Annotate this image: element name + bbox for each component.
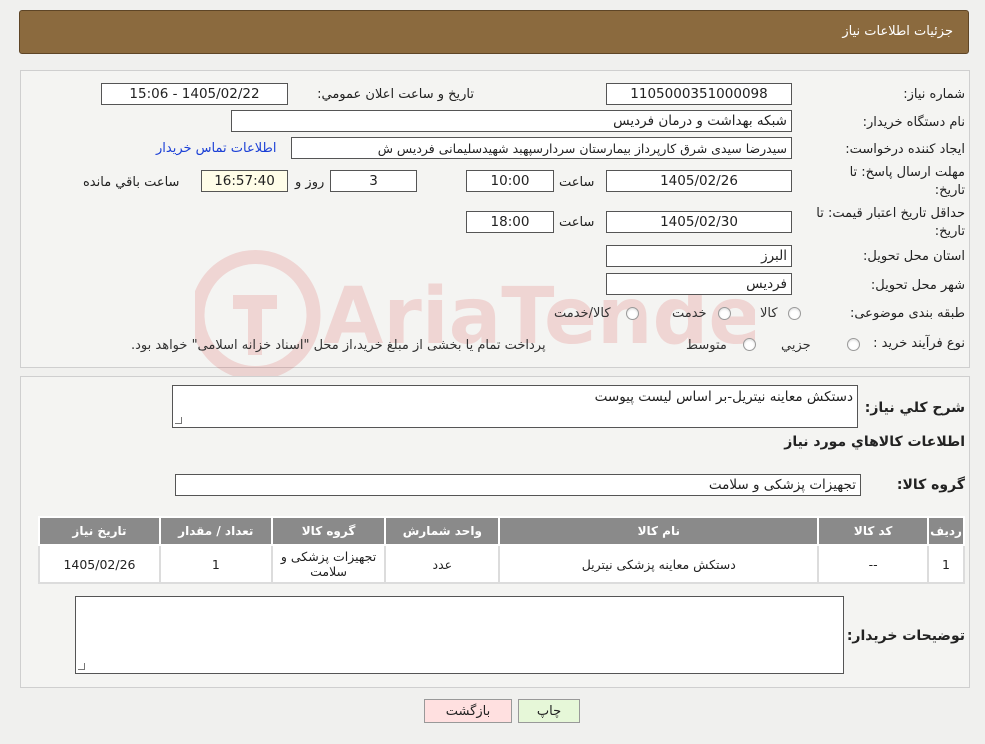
process-option-minor: جزيي	[781, 338, 811, 353]
process-radio-minor[interactable]	[847, 338, 860, 351]
deadline-label-date: تاريخ:	[934, 183, 965, 198]
goods-group-label: گروه كالا:	[896, 477, 965, 493]
column-header-code: کد کالا	[817, 516, 930, 546]
city-label: شهر محل تحويل:	[870, 278, 965, 293]
need-number-label: شماره نیاز:	[903, 87, 965, 102]
category-radio-goods[interactable]	[788, 307, 801, 320]
cell-name: دستکش معاینه پزشکی نیتریل	[498, 544, 820, 584]
buyer-contact-link[interactable]: اطلاعات تماس خريدار	[156, 141, 276, 156]
process-radio-medium[interactable]	[743, 338, 756, 351]
remaining-label: ساعت باقي مانده	[83, 175, 180, 190]
description-text: دستکش معاینه نیتریل-بر اساس لیست پیوست	[594, 389, 853, 405]
cell-row-number: 1	[927, 544, 965, 584]
page-header: جزئیات اطلاعات نیاز	[19, 10, 969, 54]
column-header-need-date: تاريخ نياز	[38, 516, 161, 546]
remaining-time-field: 16:57:40	[201, 170, 288, 192]
category-radio-goods-service[interactable]	[626, 307, 639, 320]
cell-quantity: 1	[158, 544, 273, 584]
description-label: شرح كلي نياز:	[864, 400, 965, 416]
deadline-date-field: 1405/02/26	[606, 170, 792, 192]
city-field: فرديس	[606, 273, 792, 295]
validity-date-field: 1405/02/30	[606, 211, 792, 233]
buyer-org-field: شبکه بهداشت و درمان فردیس	[231, 110, 792, 132]
column-header-row-number: رديف	[927, 516, 965, 546]
process-option-medium: متوسط	[686, 338, 727, 353]
category-option-goods: کالا	[760, 306, 778, 321]
table-row: 1 -- دستکش معاینه پزشکی نیتریل عدد تجهیز…	[38, 544, 965, 584]
days-field: 3	[330, 170, 417, 192]
print-button[interactable]: چاپ	[518, 699, 580, 723]
buyer-org-label: نام دستگاه خريدار:	[862, 115, 965, 130]
items-table-header-row: رديف کد کالا نام کالا واحد شمارش گروه کا…	[38, 516, 965, 546]
resize-handle-icon[interactable]	[175, 417, 182, 424]
cell-unit: عدد	[384, 544, 501, 584]
process-label: نوع فرآيند خريد :	[873, 336, 965, 351]
page-title: جزئیات اطلاعات نیاز	[842, 24, 953, 39]
goods-section-title: اطلاعات كالاهاي مورد نياز	[784, 434, 965, 450]
items-table: رديف کد کالا نام کالا واحد شمارش گروه کا…	[38, 516, 965, 584]
need-number-field: 1105000351000098	[606, 83, 792, 105]
deadline-time-label: ساعت	[559, 175, 595, 190]
deadline-time-field: 10:00	[466, 170, 554, 192]
days-label: روز و	[295, 175, 325, 190]
resize-handle-icon[interactable]	[78, 663, 85, 670]
creator-field: سیدرضا سیدی شرق کارپرداز بیمارستان سردار…	[291, 137, 792, 159]
cell-need-date: 1405/02/26	[38, 544, 161, 584]
category-label: طبقه بندی موضوعی:	[849, 306, 965, 321]
announce-field: 1405/02/22 - 15:06	[101, 83, 288, 105]
column-header-name: نام کالا	[498, 516, 820, 546]
validity-time-field: 18:00	[466, 211, 554, 233]
process-note: پرداخت تمام يا بخشی از مبلغ خريد،از محل …	[131, 338, 546, 353]
deadline-label: مهلت ارسال پاسخ: تا	[849, 165, 965, 180]
buyer-notes-label: توضيحات خريدار:	[846, 628, 965, 644]
province-field: البرز	[606, 245, 792, 267]
cell-group: تجهیزات پزشکی و سلامت	[270, 544, 387, 584]
category-option-goods-service: کالا/خدمت	[554, 306, 611, 321]
announce-label: تاریخ و ساعت اعلان عمومي:	[317, 87, 474, 102]
buyer-notes-textarea[interactable]	[75, 596, 844, 674]
validity-label: حداقل تاريخ اعتبار قيمت: تا	[816, 206, 965, 221]
category-option-service: خدمت	[672, 306, 707, 321]
validity-label-date: تاريخ:	[934, 224, 965, 239]
goods-group-field: تجهیزات پزشکی و سلامت	[175, 474, 861, 496]
province-label: استان محل تحويل:	[863, 249, 965, 264]
description-textarea[interactable]: دستکش معاینه نیتریل-بر اساس لیست پیوست	[172, 385, 858, 428]
column-header-group: گروه کالا	[270, 516, 387, 546]
column-header-unit: واحد شمارش	[384, 516, 501, 546]
validity-time-label: ساعت	[559, 215, 595, 230]
category-radio-service[interactable]	[718, 307, 731, 320]
cell-code: --	[817, 544, 930, 584]
column-header-quantity: تعداد / مقدار	[158, 516, 273, 546]
creator-label: ايجاد کننده درخواست:	[845, 142, 965, 157]
back-button[interactable]: بازگشت	[424, 699, 512, 723]
items-table-wrapper: رديف کد کالا نام کالا واحد شمارش گروه کا…	[38, 516, 965, 584]
